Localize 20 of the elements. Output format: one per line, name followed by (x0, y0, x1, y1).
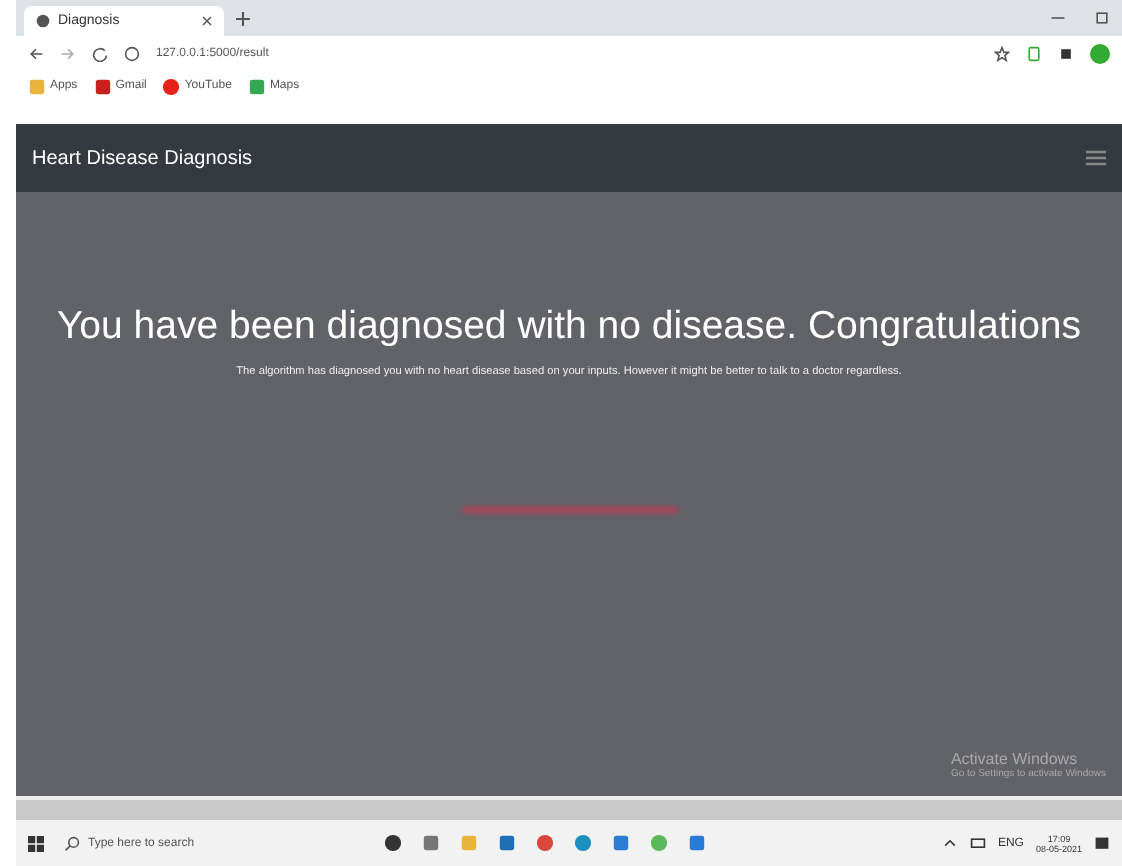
result-heading: You have been diagnosed with no disease. Congratulations (56, 304, 1082, 350)
windows-start-icon[interactable] (28, 835, 44, 851)
bookmark-icon[interactable] (93, 77, 112, 95)
new-tab-icon[interactable] (236, 11, 250, 25)
navbar-brand[interactable]: Heart Disease Diagnosis (32, 147, 253, 169)
avatar-icon[interactable] (1090, 44, 1110, 64)
ring-app-icon[interactable] (650, 834, 668, 852)
reload-icon (92, 46, 108, 62)
horizontal-scrollbar[interactable] (16, 796, 1122, 820)
forward-icon (60, 46, 76, 62)
close-icon[interactable] (202, 16, 212, 26)
star-icon (994, 46, 1010, 62)
activation-title: Activate Windows (950, 750, 1080, 768)
search-icon (64, 835, 80, 851)
bookmark-icon[interactable] (247, 77, 266, 95)
back-icon (28, 46, 44, 62)
bookmark-icon[interactable] (162, 77, 181, 95)
chevron-up-icon (941, 835, 958, 851)
restore-icon (1094, 10, 1110, 26)
menu-icon[interactable] (1086, 148, 1106, 168)
